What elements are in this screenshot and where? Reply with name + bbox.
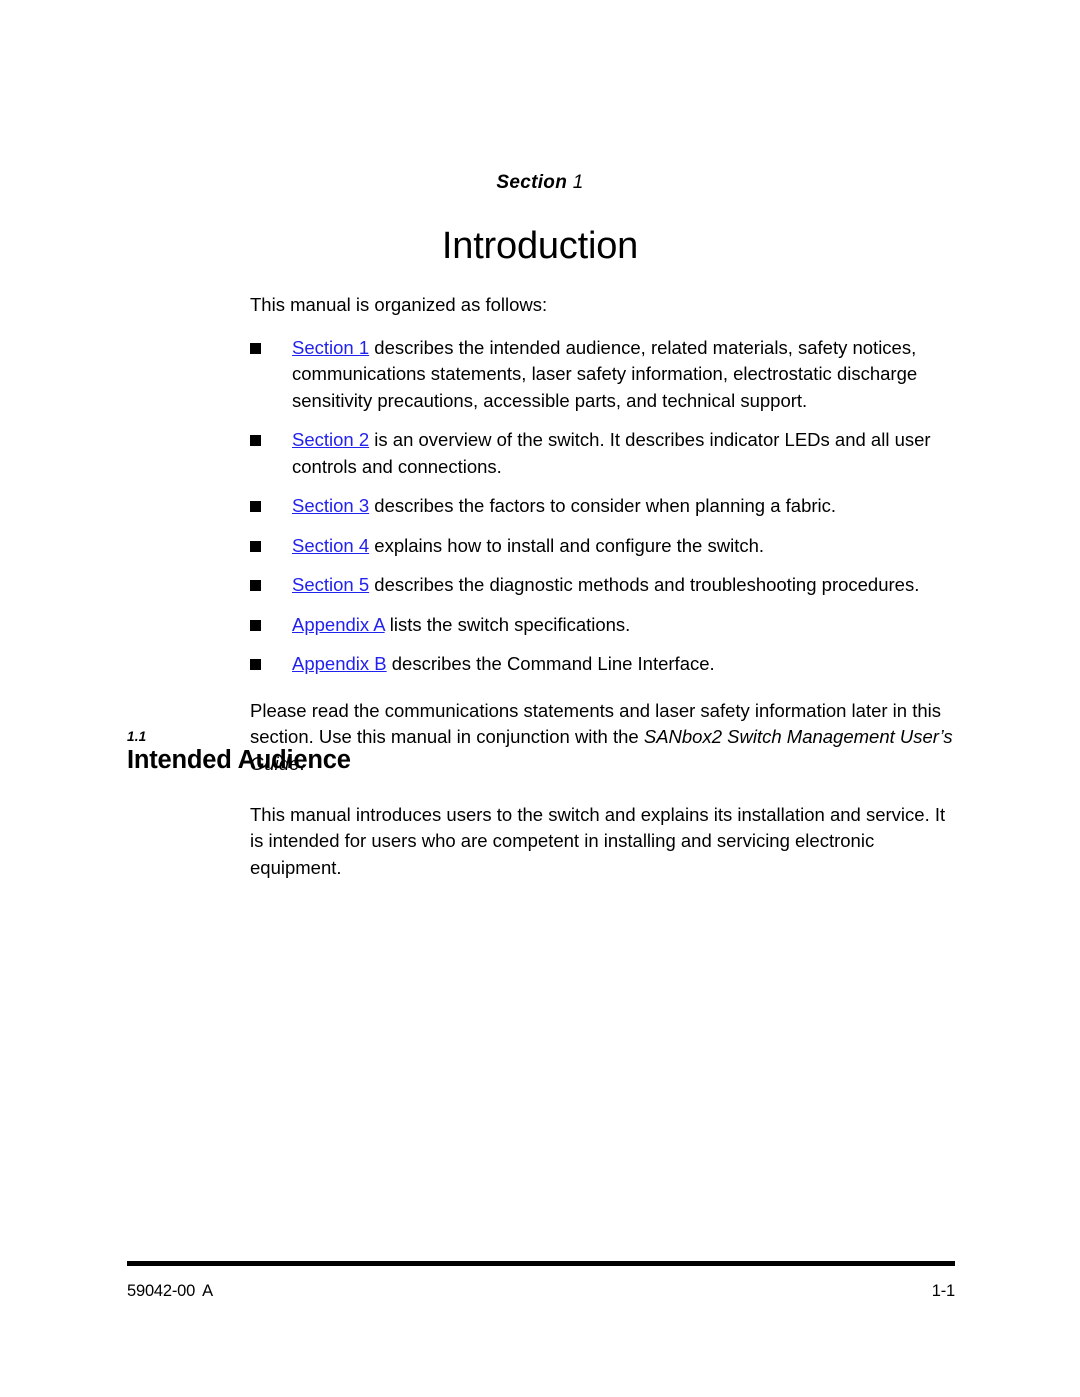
square-bullet-icon bbox=[250, 540, 261, 552]
section-kicker-number: 1 bbox=[572, 172, 584, 193]
cross-reference-link[interactable]: Section 5 bbox=[292, 574, 369, 595]
list-item-text: describes the intended audience, related… bbox=[292, 336, 918, 411]
section-kicker: Section 1 bbox=[0, 172, 1080, 194]
list-item: Appendix B describes the Command Line In… bbox=[250, 651, 957, 678]
footer-page-number: 1-1 bbox=[931, 1282, 955, 1300]
square-bullet-icon bbox=[250, 342, 261, 354]
square-bullet-icon bbox=[250, 435, 261, 446]
square-bullet-icon bbox=[250, 659, 261, 670]
cross-reference-link[interactable]: Section 2 bbox=[292, 429, 369, 450]
cross-reference-link[interactable]: Section 1 bbox=[292, 337, 369, 358]
list-item: Section 4 explains how to install and co… bbox=[250, 533, 957, 560]
cross-reference-link[interactable]: Section 4 bbox=[292, 535, 369, 556]
square-bullet-icon bbox=[250, 580, 261, 591]
list-item-text: lists the switch specifications. bbox=[384, 613, 631, 635]
section-heading-block: 1.1 Intended Audience bbox=[127, 729, 957, 775]
section-heading: Intended Audience bbox=[127, 746, 351, 774]
square-bullet-icon bbox=[250, 619, 261, 631]
cross-reference-link[interactable]: Appendix B bbox=[292, 653, 387, 674]
section-number: 1.1 bbox=[127, 729, 147, 744]
list-item-text: describes the diagnostic methods and tro… bbox=[369, 574, 920, 595]
list-item-text: describes the factors to consider when p… bbox=[369, 495, 837, 516]
section-body-text: This manual introduces users to the swit… bbox=[250, 803, 946, 878]
square-bullet-icon bbox=[250, 501, 261, 512]
footer-divider bbox=[127, 1261, 955, 1266]
list-item: Appendix A lists the switch specificatio… bbox=[250, 612, 957, 639]
list-item-text: describes the Command Line Interface. bbox=[386, 653, 715, 674]
list-item: Section 5 describes the diagnostic metho… bbox=[250, 572, 957, 599]
list-item: Section 3 describes the factors to consi… bbox=[250, 493, 957, 520]
main-content: This manual is organized as follows: Sec… bbox=[127, 292, 957, 777]
intro-lead-line: This manual is organized as follows: bbox=[250, 294, 548, 315]
page: Section 1 Introduction This manual is or… bbox=[0, 0, 1080, 1397]
section-overview-list: Section 1 describes the intended audienc… bbox=[127, 335, 957, 678]
list-item: Section 2 is an overview of the switch. … bbox=[250, 427, 957, 480]
list-item-text: explains how to install and configure th… bbox=[369, 534, 765, 556]
section-kicker-label: Section bbox=[496, 172, 568, 193]
cross-reference-link[interactable]: Section 3 bbox=[292, 495, 369, 516]
page-title: Introduction bbox=[441, 225, 639, 268]
list-item: Section 1 describes the intended audienc… bbox=[250, 335, 957, 415]
list-item-text: is an overview of the switch. It describ… bbox=[292, 429, 931, 477]
cross-reference-link[interactable]: Appendix A bbox=[292, 614, 385, 635]
